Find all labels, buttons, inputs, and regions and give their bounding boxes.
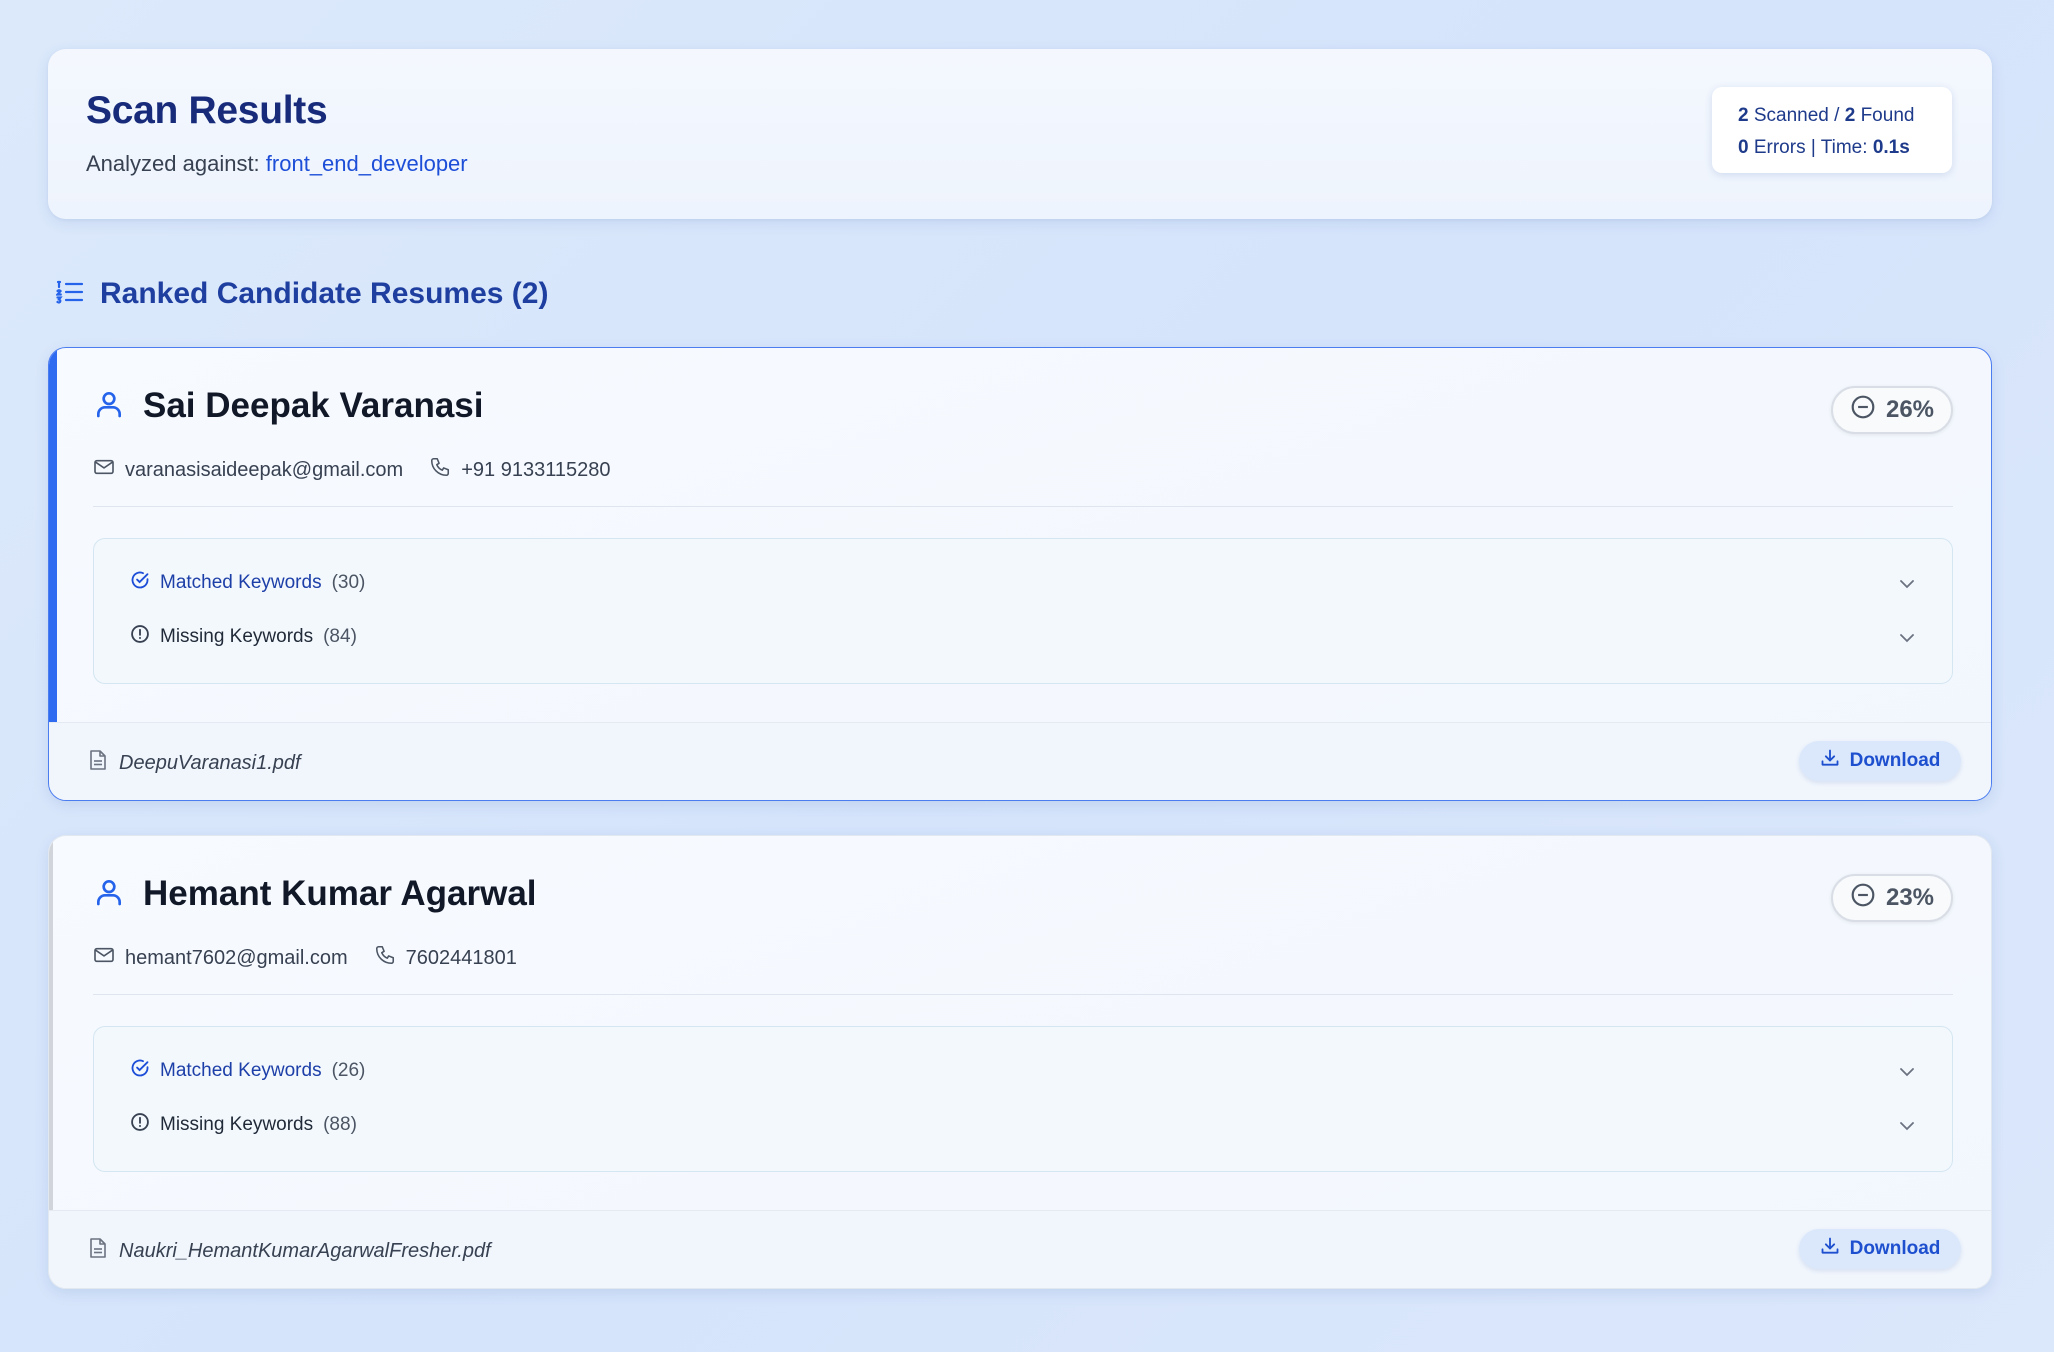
list-ordered-icon (55, 280, 84, 309)
minus-circle-icon (1850, 882, 1876, 915)
download-button[interactable]: Download (1799, 741, 1961, 781)
phone-contact: +91 9133115280 (429, 456, 610, 484)
candidate-card: Hemant Kumar Agarwal 23% hemant7602@gmai… (48, 835, 1992, 1289)
match-score-badge: 26% (1831, 386, 1953, 434)
matched-keywords-label: Matched Keywords (160, 572, 322, 593)
stats-line-2: 0 Errors | Time: 0.1s (1738, 132, 1952, 164)
errors-label: Errors | Time: (1753, 137, 1868, 158)
resume-file: Naukri_HemantKumarAgarwalFresher.pdf (89, 1237, 491, 1265)
user-icon (93, 876, 125, 913)
missing-keywords-label: Missing Keywords (160, 626, 314, 647)
check-circle-icon (130, 570, 150, 596)
divider (93, 506, 1953, 507)
candidate-email[interactable]: varanasisaideepak@gmail.com (125, 459, 403, 482)
candidate-phone[interactable]: +91 9133115280 (461, 459, 610, 482)
download-label: Download (1849, 750, 1941, 771)
email-contact: hemant7602@gmail.com (93, 946, 348, 970)
download-label: Download (1849, 1238, 1941, 1259)
check-circle-icon (130, 1058, 150, 1084)
scan-results-header: Scan Results Analyzed against: front_end… (48, 49, 1992, 219)
candidate-footer: DeepuVaranasi1.pdf Download (49, 722, 1991, 800)
errors-count: 0 (1738, 137, 1749, 158)
download-icon (1820, 748, 1840, 774)
candidate-name: Sai Deepak Varanasi (143, 386, 484, 425)
chevron-down-icon[interactable] (1898, 629, 1916, 651)
minus-circle-icon (1850, 394, 1876, 427)
file-text-icon (89, 749, 107, 777)
match-score: 26% (1885, 396, 1935, 423)
match-score-badge: 23% (1831, 874, 1953, 922)
resume-file: DeepuVaranasi1.pdf (89, 749, 301, 777)
analyzed-prefix: Analyzed against: (86, 151, 260, 176)
section-title: Ranked Candidate Resumes (2) (100, 277, 549, 310)
contact-info: hemant7602@gmail.com 7602441801 (93, 944, 543, 972)
keywords-panel: Matched Keywords (26) Missing Keywords (… (93, 1026, 1953, 1172)
scanned-label: Scanned / (1753, 105, 1840, 126)
phone-icon (374, 944, 396, 972)
page-title: Scan Results (86, 89, 328, 132)
matched-keywords-label: Matched Keywords (160, 1060, 322, 1081)
found-label: Found (1860, 105, 1915, 126)
download-button[interactable]: Download (1799, 1229, 1961, 1269)
matched-keywords-count: (26) (331, 1060, 366, 1081)
stats-line-1: 2 Scanned / 2 Found (1738, 100, 1952, 132)
candidate-header: Hemant Kumar Agarwal (93, 874, 537, 914)
matched-keywords-toggle[interactable]: Matched Keywords (30) (130, 567, 1916, 599)
chevron-down-icon[interactable] (1898, 1063, 1916, 1085)
match-score: 23% (1885, 884, 1935, 911)
candidate-card: Sai Deepak Varanasi 26% varanasisaideepa… (48, 347, 1992, 801)
download-icon (1820, 1236, 1840, 1262)
scanned-count: 2 (1738, 105, 1749, 126)
chevron-down-icon[interactable] (1898, 1117, 1916, 1139)
candidate-email[interactable]: hemant7602@gmail.com (125, 947, 348, 970)
matched-keywords-count: (30) (331, 572, 366, 593)
candidate-name: Hemant Kumar Agarwal (143, 874, 537, 913)
user-icon (93, 388, 125, 425)
analyzed-against: Analyzed against: front_end_developer (86, 151, 468, 177)
candidate-phone[interactable]: 7602441801 (406, 947, 517, 970)
mail-icon (93, 946, 115, 970)
candidate-footer: Naukri_HemantKumarAgarwalFresher.pdf Dow… (49, 1210, 1991, 1288)
scan-stats: 2 Scanned / 2 Found 0 Errors | Time: 0.1… (1712, 87, 1952, 173)
keywords-panel: Matched Keywords (30) Missing Keywords (… (93, 538, 1953, 684)
email-contact: varanasisaideepak@gmail.com (93, 458, 403, 482)
contact-info: varanasisaideepak@gmail.com +91 91331152… (93, 456, 636, 484)
candidate-header: Sai Deepak Varanasi (93, 386, 484, 426)
job-role: front_end_developer (265, 151, 468, 176)
chevron-down-icon[interactable] (1898, 575, 1916, 597)
phone-icon (429, 456, 451, 484)
divider (93, 994, 1953, 995)
missing-keywords-count: (84) (323, 626, 357, 647)
scan-time: 0.1s (1872, 137, 1910, 158)
alert-circle-icon (130, 624, 150, 650)
phone-contact: 7602441801 (374, 944, 517, 972)
alert-circle-icon (130, 1112, 150, 1138)
matched-keywords-toggle[interactable]: Matched Keywords (26) (130, 1055, 1916, 1087)
missing-keywords-toggle[interactable]: Missing Keywords (84) (130, 621, 1916, 653)
missing-keywords-label: Missing Keywords (160, 1114, 314, 1135)
file-text-icon (89, 1237, 107, 1265)
resume-filename: DeepuVaranasi1.pdf (119, 751, 301, 774)
ranked-section-heading: Ranked Candidate Resumes (2) (55, 272, 549, 316)
missing-keywords-toggle[interactable]: Missing Keywords (88) (130, 1109, 1916, 1141)
resume-filename: Naukri_HemantKumarAgarwalFresher.pdf (119, 1239, 491, 1262)
mail-icon (93, 458, 115, 482)
found-count: 2 (1844, 105, 1856, 126)
missing-keywords-count: (88) (323, 1114, 357, 1135)
